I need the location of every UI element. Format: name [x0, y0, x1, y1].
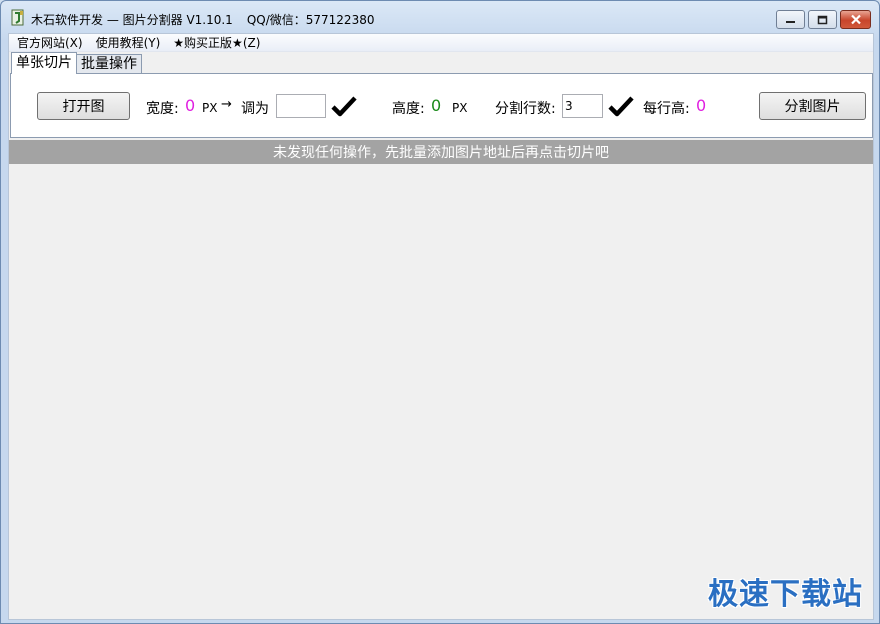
- content-area: [9, 164, 873, 619]
- tab-batch[interactable]: 批量操作: [76, 54, 142, 74]
- height-label: 高度:: [392, 101, 425, 117]
- row-height-value: 0: [696, 96, 707, 115]
- rows-input[interactable]: [562, 94, 603, 118]
- watermark-logo: 极速下载站: [708, 577, 863, 612]
- arrow-icon: →: [221, 97, 232, 112]
- menu-item-purchase[interactable]: ★购买正版★(Z): [173, 34, 260, 51]
- tab-single-slice[interactable]: 单张切片: [11, 52, 77, 74]
- row-height-label: 每行高:: [643, 101, 690, 117]
- window-title-contact: QQ/微信：577122380: [246, 13, 375, 27]
- rows-label: 分割行数:: [495, 101, 556, 117]
- open-image-button[interactable]: 打开图: [37, 92, 130, 120]
- height-unit: PX: [452, 101, 468, 115]
- width-unit: PX: [202, 101, 218, 115]
- menu-item-website[interactable]: 官方网站(X): [17, 34, 83, 51]
- height-value: 0: [431, 96, 442, 115]
- single-slice-panel: 打开图 宽度: 0 PX → 调为 高度: 0 PX 分割行数: 每行高: 0 …: [10, 73, 873, 138]
- menu-item-tutorial[interactable]: 使用教程(Y): [96, 34, 161, 51]
- window-title-name: 木石软件开发 — 图片分割器 V1.10.1: [31, 13, 233, 27]
- minimize-button[interactable]: [776, 10, 805, 29]
- title-bar[interactable]: 木石软件开发 — 图片分割器 V1.10.1 QQ/微信：577122380: [1, 1, 879, 33]
- split-image-button[interactable]: 分割图片: [759, 92, 866, 120]
- window-controls: [773, 10, 871, 29]
- app-window: 木石软件开发 — 图片分割器 V1.10.1 QQ/微信：577122380 官方…: [0, 0, 880, 624]
- confirm-width-icon[interactable]: [331, 95, 357, 117]
- resize-label: 调为: [241, 101, 269, 117]
- status-message: 未发现任何操作，先批量添加图片地址后再点击切片吧: [9, 140, 873, 164]
- width-label: 宽度:: [146, 101, 179, 117]
- resize-width-input[interactable]: [276, 94, 326, 118]
- client-area: 官方网站(X) 使用教程(Y) ★购买正版★(Z) 单张切片 批量操作 打开图 …: [8, 33, 874, 620]
- confirm-rows-icon[interactable]: [608, 95, 634, 117]
- width-value: 0: [185, 96, 196, 115]
- maximize-icon: [817, 15, 828, 24]
- tab-strip: 单张切片 批量操作: [11, 52, 142, 74]
- window-title: 木石软件开发 — 图片分割器 V1.10.1 QQ/微信：577122380: [31, 11, 374, 28]
- maximize-button[interactable]: [808, 10, 837, 29]
- minimize-icon: [786, 20, 795, 23]
- close-button[interactable]: [840, 10, 871, 29]
- close-icon: [850, 14, 861, 25]
- app-icon: [11, 9, 24, 26]
- menu-bar: 官方网站(X) 使用教程(Y) ★购买正版★(Z): [9, 34, 873, 52]
